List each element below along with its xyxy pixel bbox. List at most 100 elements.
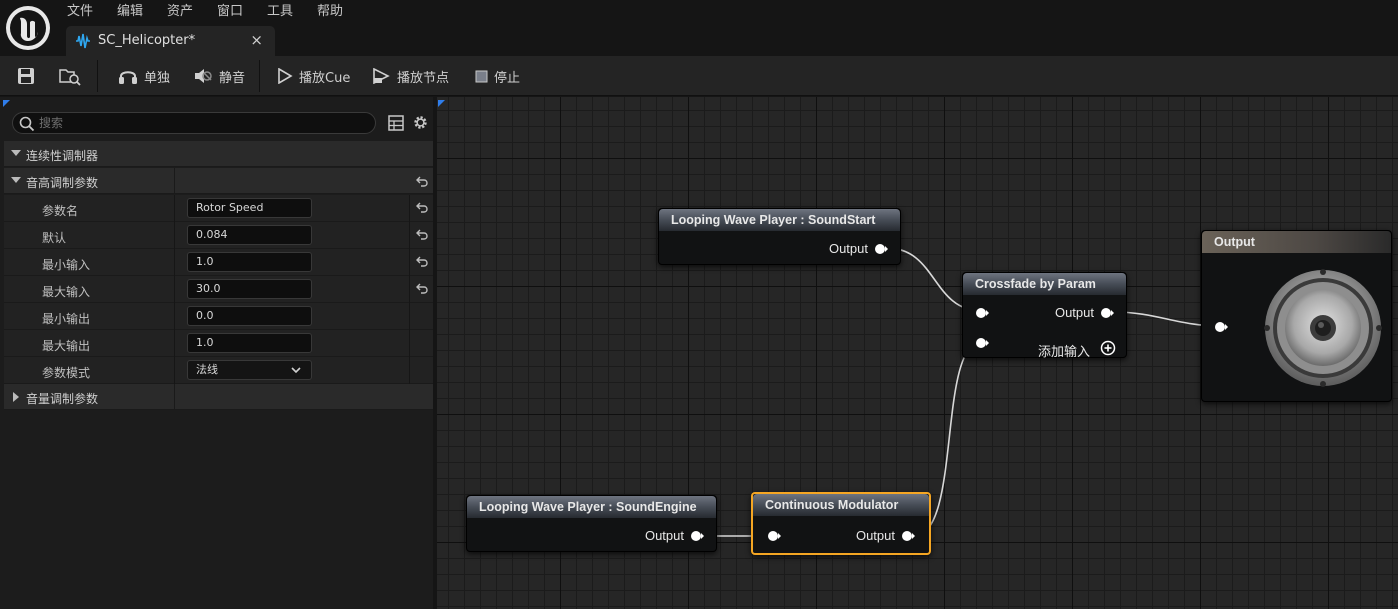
reset-arrow-icon[interactable] xyxy=(416,229,429,240)
speaker-icon xyxy=(1264,269,1382,387)
property-label: 最小输出 xyxy=(42,312,91,326)
column-divider xyxy=(174,276,175,303)
menu-asset[interactable]: 资产 xyxy=(167,3,193,21)
toolbar: 单独 静音 播放Cue 播放节点 停止 xyxy=(0,56,1398,96)
menu-file[interactable]: 文件 xyxy=(67,3,93,21)
input-pin-icon[interactable] xyxy=(975,307,989,319)
mute-speaker-icon xyxy=(195,69,212,83)
property-label: 参数模式 xyxy=(42,366,91,380)
mute-label: 静音 xyxy=(219,70,246,86)
column-divider xyxy=(174,357,175,384)
column-divider xyxy=(174,384,175,410)
toolbar-separator xyxy=(259,60,260,92)
node-continuous-modulator[interactable]: Continuous Modulator Output xyxy=(751,492,931,555)
min-output-field[interactable]: 0.0 xyxy=(187,306,312,326)
output-pin-label: Output xyxy=(828,241,868,256)
property-label: 参数名 xyxy=(42,204,79,218)
min-input-field[interactable]: 1.0 xyxy=(187,252,312,272)
input-pin-icon[interactable] xyxy=(767,530,781,542)
expand-arrow-icon xyxy=(11,177,21,183)
column-divider xyxy=(409,195,410,222)
max-input-field[interactable]: 30.0 xyxy=(187,279,312,299)
search-icon xyxy=(19,116,35,132)
save-button[interactable] xyxy=(17,56,35,96)
menu-tools[interactable]: 工具 xyxy=(267,3,293,21)
output-pin-icon[interactable] xyxy=(690,530,704,542)
browse-icon xyxy=(59,69,81,86)
column-divider xyxy=(409,276,410,303)
save-icon xyxy=(18,68,34,84)
expand-arrow-icon xyxy=(11,150,21,156)
play-node-button[interactable]: 播放节点 xyxy=(373,56,449,96)
param-mode-dropdown[interactable]: 法线 xyxy=(187,360,312,380)
output-pin-label: Output xyxy=(855,528,895,543)
default-field[interactable]: 0.084 xyxy=(187,225,312,245)
title-bar: 文件 编辑 资产 窗口 工具 帮助 SC_Helicopter* × xyxy=(0,0,1398,56)
node-wave-player-soundengine[interactable]: Looping Wave Player : SoundEngine Output xyxy=(466,495,717,552)
document-tab[interactable]: SC_Helicopter* × xyxy=(66,26,275,56)
menu-edit[interactable]: 编辑 xyxy=(117,3,143,21)
column-divider xyxy=(174,195,175,222)
node-title: Looping Wave Player : SoundStart xyxy=(659,209,900,231)
reset-arrow-icon[interactable] xyxy=(416,176,429,187)
property-row-param-name: 参数名 Rotor Speed xyxy=(4,195,433,222)
table-view-icon[interactable] xyxy=(388,115,404,131)
column-divider xyxy=(174,222,175,249)
output-pin-icon[interactable] xyxy=(874,243,888,255)
menu-help[interactable]: 帮助 xyxy=(317,3,343,21)
headphones-icon xyxy=(119,71,137,84)
collapsed-arrow-icon xyxy=(13,392,19,402)
mute-button[interactable]: 静音 xyxy=(193,56,245,96)
document-tab-title: SC_Helicopter* xyxy=(98,33,196,48)
section-volume-params[interactable]: 音量调制参数 xyxy=(4,384,433,410)
graph-corner-marker xyxy=(438,100,445,107)
node-output[interactable]: Output xyxy=(1201,230,1392,402)
property-label: 最小输入 xyxy=(42,258,91,272)
param-name-field[interactable]: Rotor Speed xyxy=(187,198,312,218)
solo-button[interactable]: 单独 xyxy=(118,56,170,96)
input-pin-icon[interactable] xyxy=(1214,321,1228,333)
property-row-max-output: 最大输出 1.0 xyxy=(4,330,433,357)
property-row-param-mode: 参数模式 法线 xyxy=(4,357,433,384)
panel-corner-marker xyxy=(3,100,10,107)
param-mode-value: 法线 xyxy=(196,363,218,376)
node-wave-player-soundstart[interactable]: Looping Wave Player : SoundStart Output xyxy=(658,208,901,265)
property-label: 最大输入 xyxy=(42,285,91,299)
section-pitch-params[interactable]: 音高调制参数 xyxy=(4,168,433,194)
menu-window[interactable]: 窗口 xyxy=(217,3,243,21)
unreal-logo-icon[interactable] xyxy=(6,6,50,50)
solo-label: 单独 xyxy=(144,70,171,86)
sound-cue-graph[interactable]: Looping Wave Player : SoundStart Output … xyxy=(437,97,1398,609)
browse-button[interactable] xyxy=(59,56,81,96)
reset-arrow-icon[interactable] xyxy=(416,202,429,213)
node-crossfade-by-param[interactable]: Crossfade by Param Output 添加输入 xyxy=(962,272,1127,359)
add-input-icon[interactable] xyxy=(1100,340,1116,356)
column-divider xyxy=(174,249,175,276)
close-tab-icon[interactable]: × xyxy=(250,31,263,49)
output-pin-label: Output xyxy=(644,528,684,543)
output-pin-label: Output xyxy=(1054,305,1094,320)
reset-arrow-icon[interactable] xyxy=(416,256,429,267)
play-cue-label: 播放Cue xyxy=(299,70,351,86)
stop-button[interactable]: 停止 xyxy=(475,56,520,96)
search-input[interactable] xyxy=(39,115,359,131)
column-divider xyxy=(409,357,410,384)
section-label: 音高调制参数 xyxy=(26,176,99,190)
toolbar-separator xyxy=(97,60,98,92)
output-pin-icon[interactable] xyxy=(1100,307,1114,319)
property-label: 默认 xyxy=(42,231,67,245)
section-continuous-modulator[interactable]: 连续性调制器 xyxy=(4,141,433,167)
column-divider xyxy=(174,303,175,330)
gear-icon[interactable] xyxy=(412,114,429,131)
output-pin-icon[interactable] xyxy=(901,530,915,542)
play-cue-button[interactable]: 播放Cue xyxy=(277,56,350,96)
input-pin-icon[interactable] xyxy=(975,337,989,349)
column-divider xyxy=(409,249,410,276)
property-row-min-input: 最小输入 1.0 xyxy=(4,249,433,276)
play-icon xyxy=(278,68,293,84)
column-divider xyxy=(409,303,410,330)
max-output-field[interactable]: 1.0 xyxy=(187,333,312,353)
reset-arrow-icon[interactable] xyxy=(416,283,429,294)
search-box[interactable] xyxy=(12,112,376,134)
stop-icon xyxy=(475,70,488,82)
